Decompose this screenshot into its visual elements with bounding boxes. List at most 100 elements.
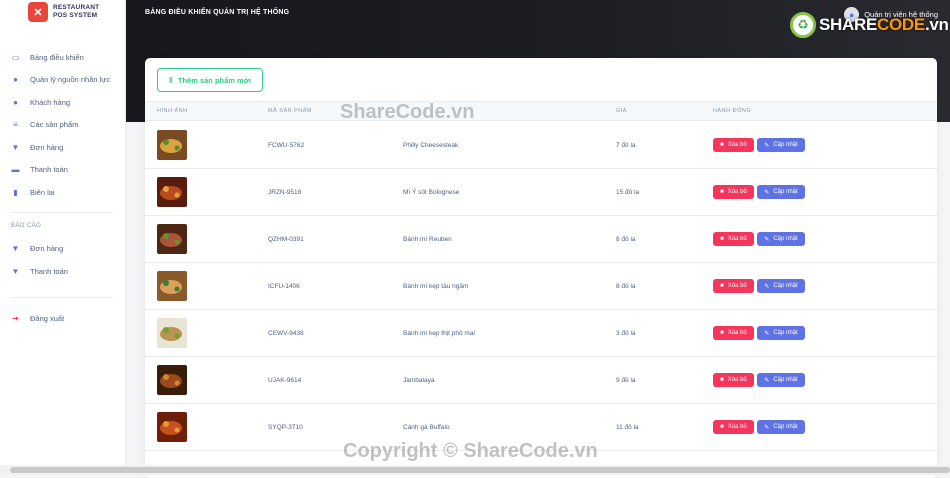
delete-button[interactable]: ■ Xóa bỏ — [713, 138, 754, 152]
logout-icon: ➜ — [12, 313, 19, 323]
product-image — [157, 365, 187, 395]
trash-icon: ■ — [720, 283, 724, 289]
watermark-copyright: Copyright © ShareCode.vn — [343, 440, 598, 462]
trash-icon: ■ — [720, 142, 724, 148]
sidebar-item-label: Thanh toán — [30, 164, 68, 174]
update-button[interactable]: ✎ Cập nhật — [757, 232, 805, 246]
delete-label: Xóa bỏ — [727, 377, 747, 383]
table-row: UJAK-9614 Jambalaya 9 đô la ■ Xóa bỏ ✎ Cập nhậ… — [145, 357, 937, 404]
sidebar-item-customers[interactable]: ● Khách hàng — [0, 91, 126, 113]
product-name: Jambalaya — [403, 377, 435, 384]
trash-icon: ■ — [720, 189, 724, 195]
brand[interactable]: ✕ RESTAURANT POS SYSTEM — [28, 2, 99, 22]
product-price: 15 đô la — [616, 189, 640, 196]
sidebar-item-payments[interactable]: ▬ Thanh toán — [0, 158, 126, 180]
update-button[interactable]: ✎ Cập nhật — [757, 373, 805, 387]
product-price: 9 đô la — [616, 377, 636, 384]
table-row: JRZN-9518 Mì Ý sốt Bolognese 15 đô la ■ Xóa … — [145, 169, 937, 216]
logo-text-c: .vn — [924, 15, 949, 34]
delete-button[interactable]: ■ Xóa bỏ — [713, 420, 754, 434]
update-label: Cập nhật — [773, 236, 798, 242]
sidebar-item-label: Đơn hàng — [30, 243, 64, 253]
sidebar-item-hr[interactable]: ● Quản lý nguồn nhân lực — [0, 68, 126, 90]
delete-label: Xóa bỏ — [727, 283, 747, 289]
sidebar-item-report-orders[interactable]: ▼ Đơn hàng — [0, 237, 126, 259]
col-actions: HÀNH ĐỘNG — [713, 108, 752, 114]
edit-icon: ✎ — [764, 283, 770, 290]
user-icon: ● — [13, 74, 18, 84]
delete-button[interactable]: ■ Xóa bỏ — [713, 185, 754, 199]
sidebar-item-label: Thanh toán — [30, 266, 68, 276]
product-name: Bánh mì Reuben — [403, 236, 452, 243]
cart-arrow-icon: ▼ — [11, 266, 20, 276]
product-image — [157, 177, 187, 207]
col-code: MÃ SẢN PHẨM — [268, 108, 313, 114]
edit-icon: ✎ — [764, 424, 770, 431]
sharecode-logo-icon: ♻ — [790, 12, 816, 38]
product-name: Cánh gà Buffalo — [403, 424, 450, 431]
delete-button[interactable]: ■ Xóa bỏ — [713, 232, 754, 246]
sidebar-item-dashboard[interactable]: ▭ Bảng điều khiển — [0, 46, 126, 68]
logout-button[interactable]: ➜ Đăng xuất — [0, 307, 126, 329]
sidebar: ✕ RESTAURANT POS SYSTEM ▭ Bảng điều khiể… — [0, 0, 126, 475]
col-image: HÌNH ẢNH — [157, 108, 188, 114]
edit-icon: ✎ — [764, 236, 770, 243]
sidebar-item-label: Quản lý nguồn nhân lực — [30, 74, 111, 84]
update-label: Cập nhật — [773, 330, 798, 336]
product-image — [157, 318, 187, 348]
update-button[interactable]: ✎ Cập nhật — [757, 138, 805, 152]
credit-card-icon: ▬ — [11, 164, 20, 174]
users-icon: ● — [13, 97, 18, 107]
update-label: Cập nhật — [773, 377, 798, 383]
sidebar-item-label: Đơn hàng — [30, 142, 64, 152]
monitor-icon: ▭ — [11, 52, 20, 62]
edit-icon: ✎ — [764, 189, 770, 196]
sidebar-item-products[interactable]: ≡ Các sản phẩm — [0, 113, 126, 135]
delete-button[interactable]: ■ Xóa bỏ — [713, 326, 754, 340]
product-price: 8 đô la — [616, 283, 636, 290]
brand-line-1: RESTAURANT — [53, 4, 100, 11]
restaurant-logo-icon: ✕ — [28, 2, 48, 22]
product-price: 8 đô la — [616, 236, 636, 243]
product-image — [157, 271, 187, 301]
product-code: SYQP-3710 — [268, 424, 303, 431]
sidebar-item-report-payments[interactable]: ▼ Thanh toán — [0, 260, 126, 282]
horizontal-scrollbar[interactable] — [0, 465, 950, 475]
table-header: HÌNH ẢNH MÃ SẢN PHẨM GIÁ HÀNH ĐỘNG — [145, 101, 937, 121]
update-button[interactable]: ✎ Cập nhật — [757, 420, 805, 434]
sidebar-divider — [11, 297, 113, 298]
update-button[interactable]: ✎ Cập nhật — [757, 279, 805, 293]
products-card: ǁ Thêm sản phẩm mới HÌNH ẢNH MÃ SẢN PHẨM… — [145, 58, 937, 478]
delete-button[interactable]: ■ Xóa bỏ — [713, 279, 754, 293]
product-price: 7 đô la — [616, 142, 636, 149]
utensils-icon: ǁ — [168, 75, 173, 85]
update-button[interactable]: ✎ Cập nhật — [757, 185, 805, 199]
logo-text-a: SHARE — [819, 15, 878, 34]
product-name: Bánh mì kẹp thịt phô mai — [403, 330, 475, 337]
scrollbar-thumb[interactable] — [10, 467, 950, 473]
edit-icon: ✎ — [764, 142, 770, 149]
brand-line-2: POS SYSTEM — [53, 12, 98, 19]
delete-button[interactable]: ■ Xóa bỏ — [713, 373, 754, 387]
product-image — [157, 412, 187, 442]
sidebar-item-label: Các sản phẩm — [30, 119, 79, 129]
sharecode-logo: ♻ SHARECODE.vn — [790, 12, 949, 38]
product-image — [157, 130, 187, 160]
product-code: UJAK-9614 — [268, 377, 302, 384]
add-product-button[interactable]: ǁ Thêm sản phẩm mới — [157, 68, 263, 92]
update-label: Cập nhật — [773, 189, 798, 195]
delete-label: Xóa bỏ — [727, 330, 747, 336]
receipt-icon: ▮ — [13, 187, 18, 197]
delete-label: Xóa bỏ — [727, 236, 747, 242]
product-code: JRZN-9518 — [268, 189, 302, 196]
update-button[interactable]: ✎ Cập nhật — [757, 326, 805, 340]
product-name: Philly Cheesesteak — [403, 142, 459, 149]
trash-icon: ■ — [720, 377, 724, 383]
trash-icon: ■ — [720, 330, 724, 336]
sidebar-item-orders[interactable]: ▼ Đơn hàng — [0, 136, 126, 158]
logo-text-b: CODE — [877, 15, 925, 34]
watermark-center: ShareCode.vn — [340, 101, 475, 123]
add-product-label: Thêm sản phẩm mới — [177, 75, 252, 85]
logout-label: Đăng xuất — [30, 313, 65, 323]
sidebar-item-receipts[interactable]: ▮ Biên lai — [0, 181, 126, 203]
